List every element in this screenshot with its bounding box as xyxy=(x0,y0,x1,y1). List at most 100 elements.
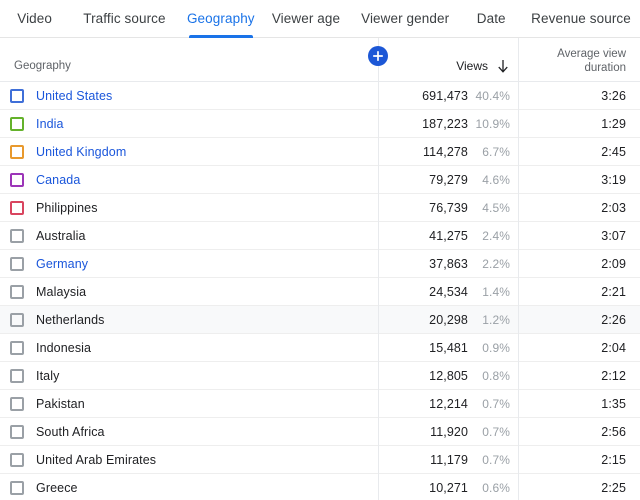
row-checkbox[interactable] xyxy=(10,480,24,495)
row-checkbox[interactable] xyxy=(10,144,24,159)
sort-descending-icon[interactable] xyxy=(496,59,510,75)
cell-views: 114,278 6.7% xyxy=(378,145,518,159)
row-checkbox[interactable] xyxy=(10,312,24,327)
cell-average-view-duration: 2:15 xyxy=(601,452,626,467)
tab-date[interactable]: Date xyxy=(460,0,522,38)
cell-views: 10,271 0.6% xyxy=(378,481,518,495)
geography-name[interactable]: India xyxy=(36,117,64,131)
column-header-geography[interactable]: Geography xyxy=(0,59,378,81)
cell-views: 12,214 0.7% xyxy=(378,397,518,411)
views-value: 12,214 xyxy=(429,396,468,411)
add-metric-button[interactable] xyxy=(368,46,388,66)
views-percent: 0.7% xyxy=(482,424,510,439)
cell-geography: Indonesia xyxy=(0,340,378,355)
table-row[interactable]: Greece 10,271 0.6% 2:25 xyxy=(0,474,640,500)
tab-geography[interactable]: Geography xyxy=(180,0,262,38)
cell-views: 691,473 40.4% xyxy=(378,89,518,103)
views-value: 24,534 xyxy=(429,284,468,299)
tab-traffic[interactable]: Traffic source xyxy=(69,0,179,38)
table-row[interactable]: Philippines 76,739 4.5% 2:03 xyxy=(0,194,640,222)
geography-name[interactable]: Canada xyxy=(36,173,80,187)
table-row[interactable]: South Africa 11,920 0.7% 2:56 xyxy=(0,418,640,446)
row-checkbox[interactable] xyxy=(10,228,24,243)
table-row[interactable]: Pakistan 12,214 0.7% 1:35 xyxy=(0,390,640,418)
views-value: 12,805 xyxy=(429,368,468,383)
cell-geography: South Africa xyxy=(0,424,378,439)
column-header-average-view-duration[interactable]: Average view duration xyxy=(518,47,640,81)
views-percent: 10.9% xyxy=(475,116,510,131)
geography-name: South Africa xyxy=(36,424,105,439)
geography-name: Italy xyxy=(36,368,60,383)
cell-geography: Malaysia xyxy=(0,284,378,299)
cell-geography: United Kingdom xyxy=(0,144,378,159)
row-checkbox[interactable] xyxy=(10,396,24,411)
views-percent: 0.8% xyxy=(482,368,510,383)
row-checkbox[interactable] xyxy=(10,452,24,467)
tab-label: Revenue source xyxy=(531,11,631,26)
row-checkbox[interactable] xyxy=(10,368,24,383)
row-checkbox[interactable] xyxy=(10,88,24,103)
geography-name: United Arab Emirates xyxy=(36,452,157,467)
row-checkbox[interactable] xyxy=(10,116,24,131)
tab-label: Date xyxy=(476,11,506,26)
views-value: 37,863 xyxy=(429,256,468,271)
row-checkbox[interactable] xyxy=(10,340,24,355)
geography-name: Greece xyxy=(36,480,78,495)
row-checkbox[interactable] xyxy=(10,256,24,271)
table-row[interactable]: Italy 12,805 0.8% 2:12 xyxy=(0,362,640,390)
table-row[interactable]: Netherlands 20,298 1.2% 2:26 xyxy=(0,306,640,334)
geography-name[interactable]: United Kingdom xyxy=(36,145,126,159)
views-percent: 4.6% xyxy=(482,172,510,187)
cell-geography: India xyxy=(0,116,378,131)
cell-views: 76,739 4.5% xyxy=(378,201,518,215)
cell-views: 79,279 4.6% xyxy=(378,173,518,187)
geography-name: Netherlands xyxy=(36,312,105,327)
cell-average-view-duration: 3:26 xyxy=(601,88,626,103)
views-percent: 1.2% xyxy=(482,312,510,327)
views-percent: 0.9% xyxy=(482,340,510,355)
table-row[interactable]: Malaysia 24,534 1.4% 2:21 xyxy=(0,278,640,306)
column-header-views[interactable]: Views xyxy=(378,59,518,81)
tab-label: Geography xyxy=(186,11,255,26)
table-row[interactable]: United Arab Emirates 11,179 0.7% 2:15 xyxy=(0,446,640,474)
row-checkbox[interactable] xyxy=(10,200,24,215)
table-body: United States 691,473 40.4% 3:26 India 187,22… xyxy=(0,82,640,500)
cell-average-view-duration: 2:04 xyxy=(601,340,626,355)
tab-label: Video xyxy=(17,11,53,26)
views-percent: 1.4% xyxy=(482,284,510,299)
cell-views: 187,223 10.9% xyxy=(378,117,518,131)
tab-label: Viewer age xyxy=(271,11,341,26)
geography-name[interactable]: United States xyxy=(36,89,112,103)
cell-views: 24,534 1.4% xyxy=(378,285,518,299)
tab-viewergender[interactable]: Viewer gender xyxy=(350,0,460,38)
views-value: 11,179 xyxy=(430,452,468,467)
cell-views: 20,298 1.2% xyxy=(378,313,518,327)
views-percent: 2.4% xyxy=(482,228,510,243)
table-row[interactable]: United Kingdom 114,278 6.7% 2:45 xyxy=(0,138,640,166)
tab-video[interactable]: Video xyxy=(0,0,69,38)
cell-geography: Italy xyxy=(0,368,378,383)
views-value: 41,275 xyxy=(429,228,468,243)
views-value: 187,223 xyxy=(422,116,468,131)
geography-name: Indonesia xyxy=(36,340,92,355)
row-checkbox[interactable] xyxy=(10,172,24,187)
tab-label: Traffic source xyxy=(83,11,166,26)
cell-average-view-duration: 2:45 xyxy=(601,144,626,159)
table-row[interactable]: Australia 41,275 2.4% 3:07 xyxy=(0,222,640,250)
cell-views: 11,179 0.7% xyxy=(378,453,518,467)
tab-viewerage[interactable]: Viewer age xyxy=(262,0,350,38)
table-row[interactable]: Canada 79,279 4.6% 3:19 xyxy=(0,166,640,194)
table-row[interactable]: India 187,223 10.9% 1:29 xyxy=(0,110,640,138)
cell-views: 37,863 2.2% xyxy=(378,257,518,271)
table-row[interactable]: United States 691,473 40.4% 3:26 xyxy=(0,82,640,110)
cell-average-view-duration: 3:19 xyxy=(601,172,626,187)
row-checkbox[interactable] xyxy=(10,424,24,439)
geography-name[interactable]: Germany xyxy=(36,257,88,271)
tab-label: Viewer gender xyxy=(361,11,450,26)
cell-views: 15,481 0.9% xyxy=(378,341,518,355)
row-checkbox[interactable] xyxy=(10,284,24,299)
table-row[interactable]: Germany 37,863 2.2% 2:09 xyxy=(0,250,640,278)
cell-geography: United States xyxy=(0,88,378,103)
tab-revenue[interactable]: Revenue source xyxy=(522,0,640,38)
table-row[interactable]: Indonesia 15,481 0.9% 2:04 xyxy=(0,334,640,362)
